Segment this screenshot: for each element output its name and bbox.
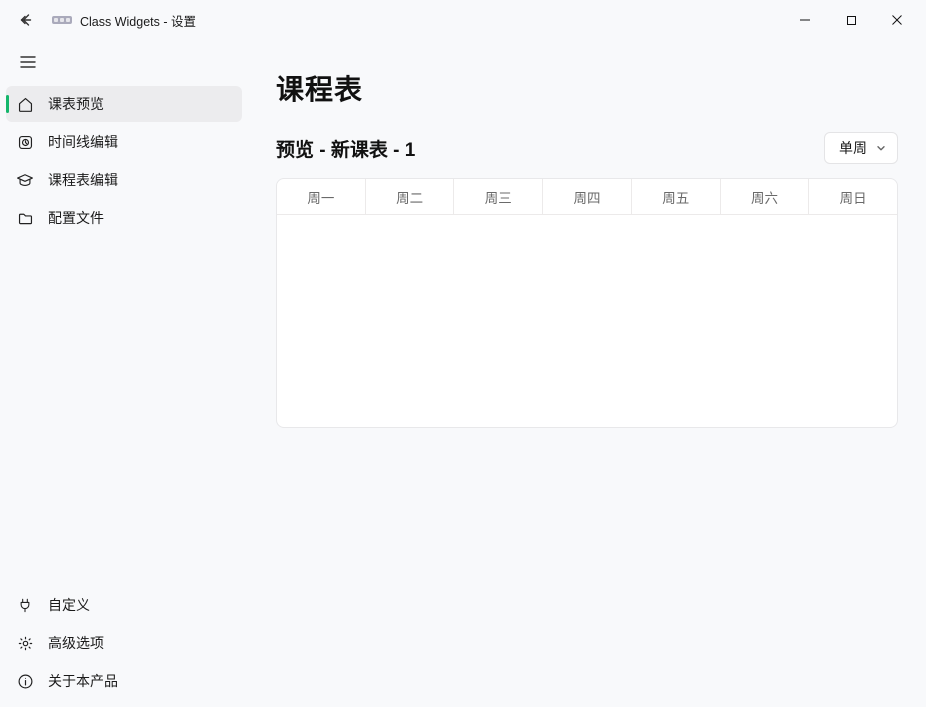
app-icon — [52, 13, 72, 27]
arrow-left-icon — [18, 12, 34, 28]
sidebar-item-custom[interactable]: 自定义 — [6, 587, 242, 623]
main-content: 课程表 预览 - 新课表 - 1 单周 周一 周二 周三 周四 周五 周六 周日 — [248, 40, 926, 707]
sidebar-item-label: 时间线编辑 — [48, 132, 118, 152]
timetable-col-header: 周三 — [454, 179, 543, 214]
titlebar: Class Widgets - 设置 — [0, 0, 926, 40]
sidebar-item-label: 配置文件 — [48, 208, 104, 228]
sidebar-item-config[interactable]: 配置文件 — [6, 200, 242, 236]
nav-toggle-button[interactable] — [8, 44, 48, 80]
folder-icon — [16, 209, 34, 227]
sidebar-item-courses[interactable]: 课程表编辑 — [6, 162, 242, 198]
sidebar-item-label: 课程表编辑 — [48, 170, 118, 190]
hamburger-icon — [20, 55, 36, 69]
close-icon — [891, 14, 903, 26]
week-select[interactable]: 单周 — [824, 132, 898, 164]
plug-icon — [16, 596, 34, 614]
timetable: 周一 周二 周三 周四 周五 周六 周日 — [276, 178, 898, 428]
timetable-col-header: 周二 — [366, 179, 455, 214]
minimize-icon — [799, 14, 811, 26]
timetable-col-header: 周日 — [809, 179, 897, 214]
timetable-body-empty — [277, 215, 897, 427]
timetable-header-row: 周一 周二 周三 周四 周五 周六 周日 — [277, 179, 897, 215]
info-icon — [16, 672, 34, 690]
sidebar-item-about[interactable]: 关于本产品 — [6, 663, 242, 699]
clock-icon — [16, 133, 34, 151]
sidebar-item-label: 自定义 — [48, 595, 90, 615]
week-select-value: 单周 — [839, 138, 867, 158]
window-controls — [782, 4, 920, 36]
preview-subheader: 预览 - 新课表 - 1 — [276, 135, 415, 162]
home-icon — [16, 95, 34, 113]
sidebar-primary-nav: 课表预览 时间线编辑 — [6, 86, 242, 236]
sidebar-item-label: 高级选项 — [48, 633, 104, 653]
gear-icon — [16, 634, 34, 652]
maximize-icon — [846, 15, 857, 26]
sidebar-item-preview[interactable]: 课表预览 — [6, 86, 242, 122]
sidebar-item-advanced[interactable]: 高级选项 — [6, 625, 242, 661]
timetable-col-header: 周一 — [277, 179, 366, 214]
timetable-col-header: 周六 — [721, 179, 810, 214]
page-title: 课程表 — [276, 68, 898, 108]
sidebar-item-label: 课表预览 — [48, 94, 104, 114]
close-button[interactable] — [874, 4, 920, 36]
chevron-down-icon — [875, 142, 887, 154]
minimize-button[interactable] — [782, 4, 828, 36]
maximize-button[interactable] — [828, 4, 874, 36]
grad-cap-icon — [16, 171, 34, 189]
sidebar-footer-nav: 自定义 高级选项 — [6, 587, 242, 699]
app-title: Class Widgets - 设置 — [80, 11, 196, 30]
sidebar-item-timeline[interactable]: 时间线编辑 — [6, 124, 242, 160]
sidebar: 课表预览 时间线编辑 — [0, 40, 248, 707]
timetable-col-header: 周四 — [543, 179, 632, 214]
timetable-col-header: 周五 — [632, 179, 721, 214]
sidebar-item-label: 关于本产品 — [48, 671, 118, 691]
back-button[interactable] — [12, 6, 40, 34]
